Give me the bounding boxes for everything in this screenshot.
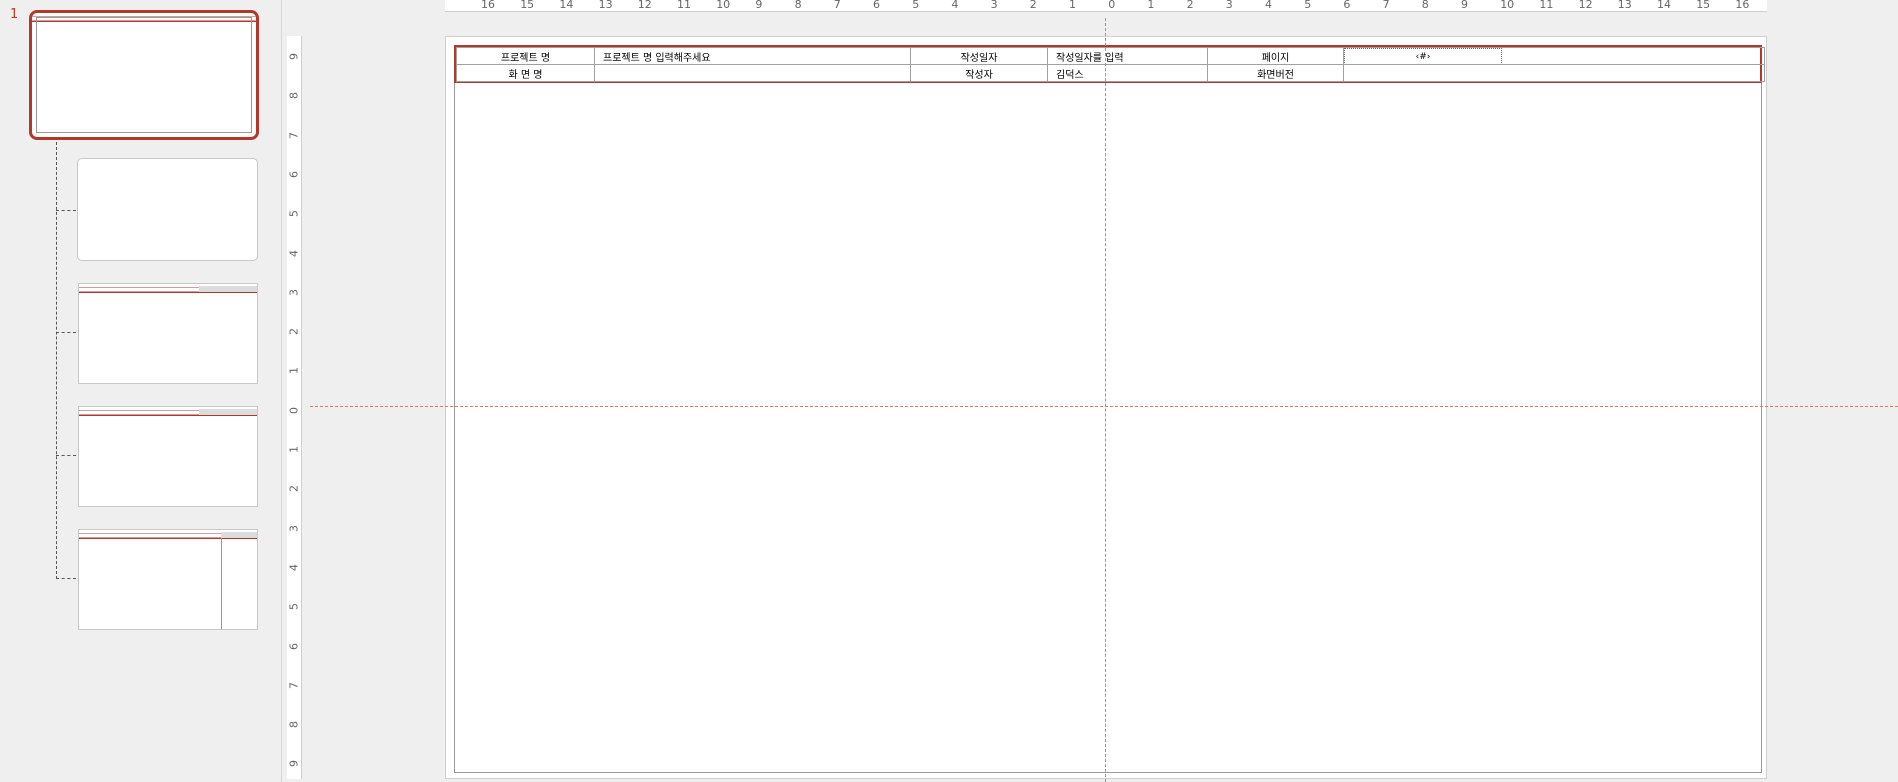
ruler-tick-label: 3 — [287, 524, 301, 532]
screen-name-field[interactable] — [594, 64, 911, 82]
ruler-tick-label: 13 — [1617, 0, 1632, 11]
horizontal-ruler[interactable]: 16 15 14 13 12 11 10 9 8 7 6 5 4 3 2 1 0 1 2 3 4 5 6 7 8 9 10 11 12 1… — [445, 0, 1767, 12]
ruler-tick-label: 16 — [481, 0, 495, 11]
ruler-tick-label: 10 — [716, 0, 731, 11]
ruler-tick-label: 12 — [637, 0, 652, 11]
thumbnail-side-header — [221, 532, 257, 538]
ruler-tick-label: 14 — [559, 0, 574, 11]
screen-name-label: 화 면 명 — [456, 64, 595, 82]
project-name-field[interactable]: 프로젝트 명 입력해주세요 — [594, 47, 911, 65]
ruler-tick-label: 13 — [598, 0, 613, 11]
slide-number-1: 1 — [10, 7, 19, 22]
ruler-tick-label: 8 — [1421, 0, 1429, 11]
ruler-tick-label: 3 — [1225, 0, 1233, 11]
ruler-tick-label: 9 — [287, 53, 301, 60]
page-label: 페이지 — [1207, 47, 1344, 65]
slide-thumbnail-1[interactable] — [29, 10, 259, 140]
slide-thumbnail-5[interactable] — [78, 529, 258, 630]
slide-thumbnail-2[interactable] — [77, 158, 258, 261]
ruler-tick-label: 7 — [1382, 0, 1390, 11]
slide-canvas[interactable]: 프로젝트 명 프로젝트 명 입력해주세요 작성일자 작성일자를 입력 페이지 ‹… — [445, 36, 1767, 779]
tree-branch — [56, 332, 76, 333]
ruler-tick-label: 4 — [287, 563, 301, 571]
ruler-tick-label: 0 — [1108, 0, 1116, 11]
ruler-tick-label: 15 — [520, 0, 535, 11]
version-label: 화면버전 — [1207, 64, 1344, 82]
version-field[interactable] — [1343, 64, 1765, 82]
ruler-tick-label: 7 — [287, 681, 301, 689]
ruler-tick-label: 16 — [1735, 0, 1750, 11]
tree-branch — [56, 210, 76, 211]
powerpoint-editor: 1 16 15 14 13 12 11 10 9 8 7 6 5 4 3 2 1… — [0, 0, 1898, 782]
ruler-tick-label: 8 — [794, 0, 802, 11]
ruler-tick-label: 3 — [287, 288, 301, 296]
ruler-tick-label: 11 — [677, 0, 691, 11]
date-label: 작성일자 — [910, 47, 1048, 65]
tree-branch — [56, 578, 76, 579]
vertical-ruler[interactable]: 9 8 7 6 5 4 3 2 1 0 1 2 3 4 5 6 7 8 9 — [287, 36, 302, 779]
slide-thumbnail-3[interactable] — [78, 283, 258, 384]
ruler-tick-label: 8 — [287, 721, 301, 729]
ruler-tick-label: 10 — [1500, 0, 1515, 11]
ruler-tick-label: 6 — [287, 642, 301, 650]
ruler-tick-label: 0 — [287, 406, 301, 414]
ruler-tick-label: 4 — [951, 0, 959, 11]
ruler-tick-label: 3 — [990, 0, 998, 11]
author-label: 작성자 — [910, 64, 1048, 82]
tree-branch — [56, 455, 76, 456]
ruler-tick-label: 2 — [287, 328, 301, 336]
ruler-tick-label: 5 — [912, 0, 920, 11]
ruler-tick-label: 6 — [287, 170, 301, 178]
thumbnail-content-frame — [36, 17, 252, 133]
thumbnail-side-header — [199, 286, 257, 292]
section-tree-line — [56, 142, 57, 579]
ruler-tick-label: 2 — [1029, 0, 1037, 11]
ruler-tick-label: 4 — [1265, 0, 1272, 11]
ruler-tick-label: 7 — [287, 131, 301, 139]
project-name-label: 프로젝트 명 — [456, 47, 595, 65]
thumbnail-side-column — [221, 538, 222, 629]
ruler-tick-label: 5 — [1304, 0, 1312, 11]
horizontal-guide[interactable] — [310, 406, 1898, 407]
ruler-tick-label: 2 — [1186, 0, 1194, 11]
date-field[interactable]: 작성일자를 입력 — [1047, 47, 1208, 65]
ruler-tick-label: 6 — [873, 0, 880, 11]
slide-thumbnail-4[interactable] — [78, 406, 258, 507]
ruler-tick-label: 9 — [287, 760, 301, 768]
ruler-tick-label: 9 — [1461, 0, 1468, 11]
ruler-tick-label: 8 — [287, 92, 301, 100]
ruler-tick-label: 2 — [287, 485, 301, 493]
ruler-tick-label: 1 — [1147, 0, 1155, 11]
ruler-tick-label: 12 — [1578, 0, 1593, 11]
page-number-cell[interactable]: ‹#› — [1343, 47, 1765, 65]
ruler-tick-label: 4 — [287, 249, 301, 257]
ruler-tick-label: 14 — [1657, 0, 1671, 11]
vertical-guide[interactable] — [1105, 18, 1106, 782]
header-table[interactable]: 프로젝트 명 프로젝트 명 입력해주세요 작성일자 작성일자를 입력 페이지 ‹… — [454, 45, 1765, 83]
page-number-placeholder[interactable]: ‹#› — [1344, 48, 1502, 64]
ruler-tick-label: 9 — [755, 0, 763, 11]
ruler-tick-label: 1 — [287, 367, 301, 375]
ruler-tick-label: 5 — [287, 603, 301, 611]
thumbnail-side-header — [199, 409, 257, 415]
author-field[interactable]: 김덕스 — [1047, 64, 1208, 82]
content-frame[interactable] — [454, 45, 1762, 773]
ruler-tick-label: 1 — [1069, 0, 1076, 11]
ruler-tick-label: 1 — [287, 446, 301, 453]
ruler-tick-label: 6 — [1343, 0, 1351, 11]
ruler-tick-label: 5 — [287, 210, 301, 218]
slide-thumbnail-panel[interactable]: 1 — [0, 0, 282, 782]
ruler-tick-label: 11 — [1539, 0, 1554, 11]
ruler-tick-label: 7 — [833, 0, 841, 11]
ruler-tick-label: 15 — [1696, 0, 1711, 11]
